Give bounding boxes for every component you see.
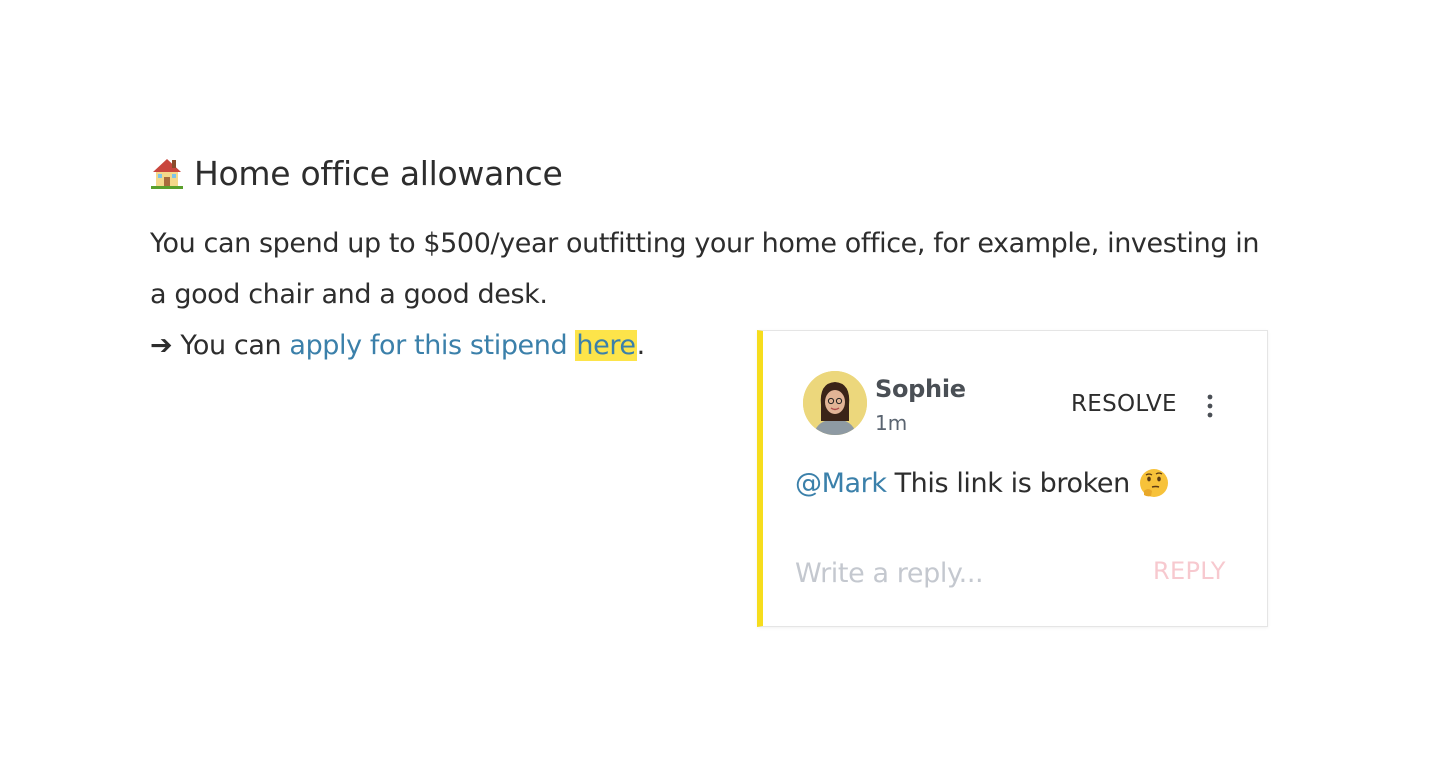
comment-text: @Mark This link is broken bbox=[795, 467, 1170, 499]
comment-card: Sophie 1m RESOLVE @Mark This link is bro… bbox=[757, 330, 1268, 627]
mention-link[interactable]: @Mark bbox=[795, 468, 887, 499]
comment-author: Sophie bbox=[875, 375, 966, 403]
house-icon bbox=[150, 156, 184, 190]
section-heading: Home office allowance bbox=[150, 150, 1270, 196]
resolve-button[interactable]: RESOLVE bbox=[1071, 391, 1177, 417]
reply-button[interactable]: REPLY bbox=[1153, 557, 1226, 585]
more-vertical-icon[interactable] bbox=[1203, 393, 1217, 419]
thinking-face-icon bbox=[1138, 467, 1170, 499]
paragraph: You can spend up to $500/year outfitting… bbox=[150, 228, 1260, 310]
heading-text: Home office allowance bbox=[194, 153, 563, 193]
page: Home office allowance You can spend up t… bbox=[0, 0, 1440, 774]
reply-input[interactable] bbox=[795, 553, 1125, 593]
avatar[interactable] bbox=[803, 371, 867, 435]
apply-line-suffix: . bbox=[636, 330, 646, 361]
apply-link[interactable]: apply for this stipend bbox=[289, 330, 575, 361]
here-link[interactable]: here bbox=[575, 330, 637, 361]
comment-time: 1m bbox=[875, 411, 908, 435]
comment-message: This link is broken bbox=[894, 467, 1131, 499]
apply-line-prefix: ➔ You can bbox=[150, 330, 290, 361]
